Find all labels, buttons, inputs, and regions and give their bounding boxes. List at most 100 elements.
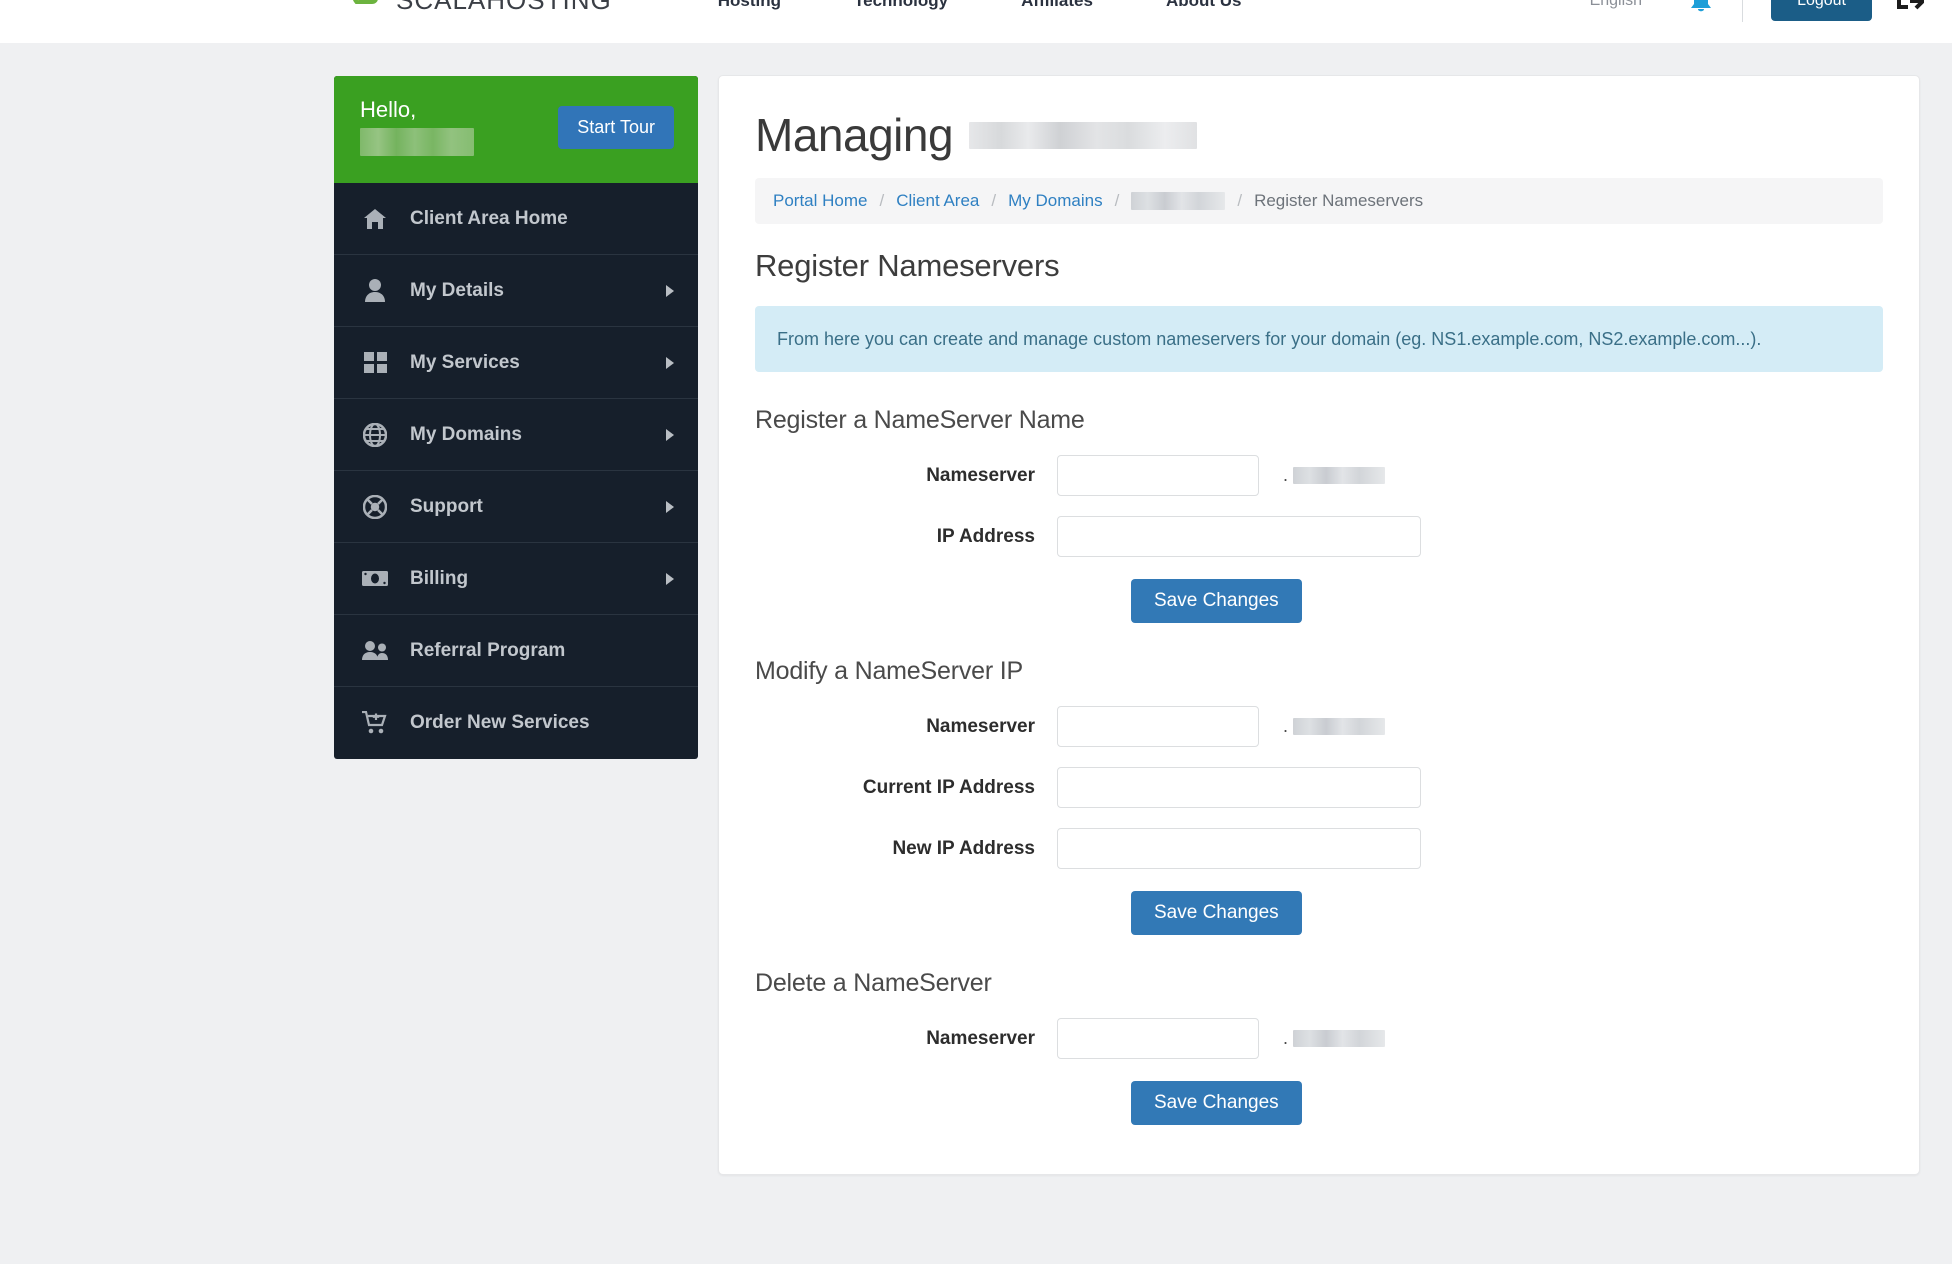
- suffix-dot: .: [1283, 1028, 1289, 1049]
- sidebar-item-label: Billing: [410, 567, 469, 589]
- section-title: Register Nameservers: [755, 248, 1060, 283]
- sidebar-item-label: My Services: [410, 351, 520, 373]
- input-delete-nameserver[interactable]: [1057, 1018, 1259, 1060]
- input-current-ip-address[interactable]: [1057, 767, 1421, 809]
- button-row-register: Save Changes: [755, 579, 1883, 624]
- form-row-modify-nameserver: Nameserver .: [755, 706, 1883, 748]
- label-nameserver: Nameserver: [926, 464, 1035, 486]
- sidebar-item-order-new-services[interactable]: Order New Services: [334, 687, 698, 759]
- button-row-modify: Save Changes: [755, 891, 1883, 936]
- suffix-modify-nameserver: .: [1283, 716, 1386, 737]
- logout-button[interactable]: Logout: [1771, 0, 1872, 21]
- sidebar-item-label: Order New Services: [410, 712, 590, 733]
- grid-icon: [362, 350, 388, 376]
- sidebar-greeting-panel: Hello, Start Tour: [334, 76, 698, 183]
- info-banner: From here you can create and manage cust…: [755, 306, 1883, 373]
- bell-icon[interactable]: [1688, 0, 1714, 15]
- breadcrumb-client-area[interactable]: Client Area: [896, 191, 979, 211]
- input-register-ip-address[interactable]: [1057, 516, 1421, 558]
- user-icon: [362, 278, 388, 304]
- suffix-dot: .: [1283, 465, 1289, 486]
- group-title-delete: Delete a NameServer: [755, 969, 992, 998]
- nav-hosting[interactable]: Hosting: [718, 0, 781, 11]
- sidebar-item-referral-program[interactable]: Referral Program: [334, 615, 698, 687]
- brand-logo[interactable]: SCALAHOSTING: [352, 0, 612, 16]
- save-changes-button-modify[interactable]: Save Changes: [1131, 891, 1302, 936]
- language-selector[interactable]: English: [1590, 0, 1642, 10]
- label-nameserver: Nameserver: [926, 1027, 1035, 1049]
- nav-affiliates[interactable]: Affiliates: [1021, 0, 1093, 11]
- sidebar-item-support[interactable]: Support: [334, 471, 698, 543]
- suffix-register-nameserver: .: [1283, 465, 1386, 486]
- breadcrumb-portal-home[interactable]: Portal Home: [773, 191, 867, 211]
- start-tour-button[interactable]: Start Tour: [558, 106, 674, 149]
- sidebar-item-billing[interactable]: Billing: [334, 543, 698, 615]
- scalahosting-logo-icon: [352, 0, 386, 16]
- users-icon: [362, 638, 388, 664]
- page-title: Managing: [755, 108, 1883, 162]
- brand-name: SCALAHOSTING: [396, 0, 612, 15]
- group-title-modify: Modify a NameServer IP: [755, 657, 1023, 686]
- label-nameserver: Nameserver: [926, 715, 1035, 737]
- main-nav: Hosting Technology Affiliates About Us: [718, 0, 1315, 11]
- input-modify-nameserver[interactable]: [1057, 706, 1259, 748]
- breadcrumb-current: Register Nameservers: [1254, 191, 1424, 210]
- sidebar-item-label: Support: [410, 495, 483, 517]
- breadcrumb-separator: /: [879, 191, 885, 210]
- cart-plus-icon: [362, 710, 388, 736]
- breadcrumb-separator: /: [991, 191, 997, 210]
- home-icon: [362, 206, 388, 232]
- label-ip-address: IP Address: [936, 525, 1035, 547]
- lifering-icon: [362, 494, 388, 520]
- sidebar-item-my-details[interactable]: My Details: [334, 255, 698, 327]
- chevron-right-icon: [666, 500, 674, 513]
- chevron-right-icon: [666, 356, 674, 369]
- form-row-new-ip: New IP Address: [755, 828, 1883, 870]
- breadcrumb-my-domains[interactable]: My Domains: [1008, 191, 1102, 211]
- input-new-ip-address[interactable]: [1057, 828, 1421, 870]
- chevron-right-icon: [666, 572, 674, 585]
- main-content-card: Managing Portal Home / Client Area / My …: [718, 75, 1920, 1175]
- save-changes-button-register[interactable]: Save Changes: [1131, 579, 1302, 624]
- form-row-current-ip: Current IP Address: [755, 767, 1883, 809]
- suffix-dot: .: [1283, 716, 1289, 737]
- money-icon: [362, 566, 388, 592]
- input-register-nameserver[interactable]: [1057, 455, 1259, 497]
- page-title-prefix: Managing: [755, 109, 954, 161]
- sidebar-item-label: My Domains: [410, 423, 522, 445]
- breadcrumb-separator: /: [1114, 191, 1120, 210]
- username-redacted: [360, 128, 474, 157]
- form-row-delete-nameserver: Nameserver .: [755, 1018, 1883, 1060]
- breadcrumb-domain-redacted[interactable]: [1131, 192, 1226, 210]
- button-row-delete: Save Changes: [755, 1081, 1883, 1126]
- suffix-domain-redacted: [1293, 467, 1386, 485]
- sidebar-item-label: Client Area Home: [410, 207, 568, 229]
- suffix-delete-nameserver: .: [1283, 1028, 1386, 1049]
- suffix-domain-redacted: [1293, 718, 1386, 736]
- save-changes-button-delete[interactable]: Save Changes: [1131, 1081, 1302, 1126]
- chevron-right-icon: [666, 284, 674, 297]
- breadcrumb-separator: /: [1237, 191, 1243, 210]
- suffix-domain-redacted: [1293, 1030, 1386, 1048]
- page-title-domain-redacted: [969, 121, 1198, 149]
- header-right-controls: English Logout: [1590, 0, 1924, 43]
- header-divider: [1742, 0, 1744, 22]
- label-current-ip-address: Current IP Address: [862, 776, 1035, 798]
- chevron-right-icon: [666, 428, 674, 441]
- sidebar-item-label: Referral Program: [410, 639, 566, 661]
- sidebar: Hello, Start Tour Client Area Home My De…: [334, 76, 698, 759]
- form-row-register-nameserver: Nameserver .: [755, 455, 1883, 497]
- nav-technology[interactable]: Technology: [854, 0, 948, 11]
- label-new-ip-address: New IP Address: [892, 837, 1035, 859]
- globe-icon: [362, 422, 388, 448]
- nav-about-us[interactable]: About Us: [1166, 0, 1242, 11]
- sidebar-item-label: My Details: [410, 279, 504, 301]
- sidebar-item-my-domains[interactable]: My Domains: [334, 399, 698, 471]
- session-switch-icon[interactable]: [1894, 0, 1924, 13]
- sidebar-item-my-services[interactable]: My Services: [334, 327, 698, 399]
- sidebar-item-client-area-home[interactable]: Client Area Home: [334, 183, 698, 255]
- form-row-register-ip: IP Address: [755, 516, 1883, 558]
